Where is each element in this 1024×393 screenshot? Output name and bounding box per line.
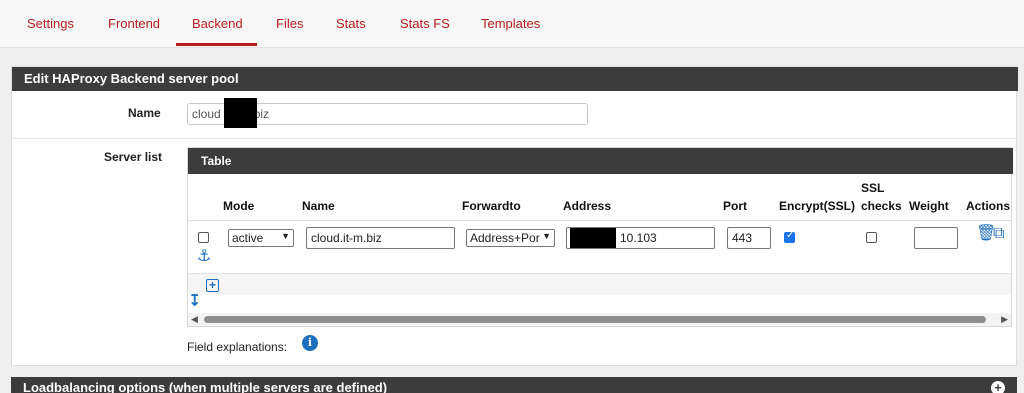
scroll-right-icon[interactable]: ▶ (1001, 314, 1008, 325)
tab-templates[interactable]: Templates (481, 16, 540, 31)
tab-settings[interactable]: Settings (27, 16, 74, 31)
encrypt-ssl-checkbox[interactable] (784, 230, 795, 243)
server-list-label: Server list (104, 150, 163, 164)
mode-value: active (232, 231, 264, 245)
name-value-prefix: cloud (192, 107, 221, 121)
tab-stats[interactable]: Stats (336, 16, 366, 31)
mode-select[interactable]: active ▼ (228, 229, 294, 247)
header-name: Name (302, 199, 335, 213)
tab-files[interactable]: Files (276, 16, 303, 31)
port-input[interactable]: 443 (727, 227, 771, 249)
header-mode: Mode (223, 199, 255, 213)
field-explanations-label: Field explanations: (187, 340, 288, 354)
server-name-value: cloud.it-m.biz (311, 231, 382, 245)
header-forwardto: Forwardto (462, 199, 521, 213)
chevron-down-icon: ▼ (281, 231, 290, 241)
table-title: Table (188, 148, 1013, 174)
server-name-input[interactable]: cloud.it-m.biz (306, 227, 455, 249)
header-weight: Weight (909, 199, 949, 213)
copy-icon[interactable]: ⧉ (993, 226, 1004, 242)
address-value-suffix: 10.103 (620, 231, 657, 245)
header-encrypt: Encrypt(SSL) (779, 199, 856, 213)
info-icon[interactable]: i (302, 335, 318, 351)
scrollbar-thumb[interactable] (204, 316, 986, 323)
tab-frontend[interactable]: Frontend (108, 16, 160, 31)
backend-edit-panel: Edit HAProxy Backend server pool Name cl… (11, 66, 1018, 366)
forwardto-value: Address+Por (470, 231, 540, 245)
header-port: Port (723, 199, 747, 213)
ssl-checks-checkbox[interactable] (866, 232, 877, 243)
expand-plus-icon[interactable]: + (991, 381, 1005, 393)
move-down-icon[interactable]: ↧ (188, 294, 201, 310)
scroll-left-icon[interactable]: ◀ (191, 314, 198, 325)
name-label: Name (128, 106, 161, 120)
port-value: 443 (732, 231, 753, 245)
header-ssl-checks: checks (861, 199, 902, 213)
active-tab-indicator (176, 43, 257, 46)
server-list-table: Table Mode Name Forwardto Address Port E… (187, 147, 1013, 327)
row-select-checkbox[interactable] (198, 232, 209, 243)
tab-stats-fs[interactable]: Stats FS (400, 16, 450, 31)
tab-backend[interactable]: Backend (192, 16, 243, 31)
forwardto-select[interactable]: Address+Por ▼ (466, 229, 555, 247)
horizontal-scrollbar[interactable]: ◀ ▶ (188, 313, 1011, 326)
panel-title: Edit HAProxy Backend server pool (12, 67, 1018, 91)
header-ssl: SSL (861, 181, 885, 195)
loadbalancing-panel-header[interactable]: Loadbalancing options (when multiple ser… (11, 377, 1017, 393)
weight-input[interactable] (914, 227, 958, 249)
anchor-icon[interactable]: ⚓ (197, 249, 211, 265)
header-actions: Actions (966, 199, 1011, 213)
redaction-block (570, 228, 616, 248)
add-row-area: + (188, 273, 1011, 295)
loadbalancing-title: Loadbalancing options (when multiple ser… (23, 380, 388, 393)
redaction-block (224, 98, 257, 128)
name-row: Name cloud biz (12, 91, 1016, 139)
add-row-icon[interactable]: + (206, 279, 219, 292)
tab-bar: Settings Frontend Backend Files Stats St… (0, 0, 1024, 48)
header-address: Address (563, 199, 612, 213)
table-row: ⚓ active ▼ cloud.it-m.biz Address+Por ▼ … (188, 221, 1011, 273)
chevron-down-icon: ▼ (542, 231, 551, 241)
